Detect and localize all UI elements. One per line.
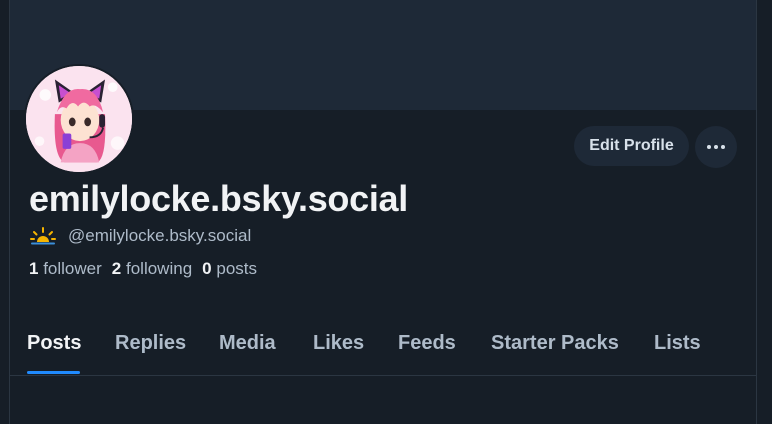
- following-stat[interactable]: 2 following: [112, 259, 192, 279]
- tab-likes[interactable]: Likes: [313, 332, 364, 355]
- ellipsis-icon: [707, 145, 725, 149]
- tab-lists[interactable]: Lists: [654, 332, 701, 355]
- active-tab-indicator: [27, 371, 80, 374]
- followers-count: 1: [29, 259, 39, 278]
- followers-label: follower: [43, 259, 102, 278]
- edit-profile-button[interactable]: Edit Profile: [574, 126, 689, 166]
- profile-handle: @emilylocke.bsky.social: [68, 226, 252, 245]
- handle-row: @emilylocke.bsky.social: [30, 226, 251, 246]
- posts-count: 0: [202, 259, 212, 278]
- anime-catgirl-avatar-icon: [26, 66, 132, 172]
- followers-stat[interactable]: 1 follower: [29, 259, 102, 279]
- posts-stat: 0 posts: [202, 259, 257, 279]
- tab-feeds[interactable]: Feeds: [398, 332, 456, 355]
- tab-posts[interactable]: Posts: [27, 332, 81, 355]
- posts-label: posts: [216, 259, 257, 278]
- tab-starter-packs[interactable]: Starter Packs: [491, 332, 619, 355]
- tab-media[interactable]: Media: [219, 332, 276, 355]
- sunrise-icon: [30, 227, 56, 245]
- following-label: following: [126, 259, 193, 278]
- display-name: emilylocke.bsky.social: [29, 178, 408, 219]
- profile-tabs: Posts Replies Media Likes Feeds Starter …: [9, 320, 757, 376]
- tab-replies[interactable]: Replies: [115, 332, 186, 355]
- avatar[interactable]: [24, 64, 134, 174]
- profile-stats: 1 follower 2 following 0 posts: [29, 259, 257, 279]
- more-options-button[interactable]: [695, 126, 737, 168]
- following-count: 2: [111, 259, 122, 278]
